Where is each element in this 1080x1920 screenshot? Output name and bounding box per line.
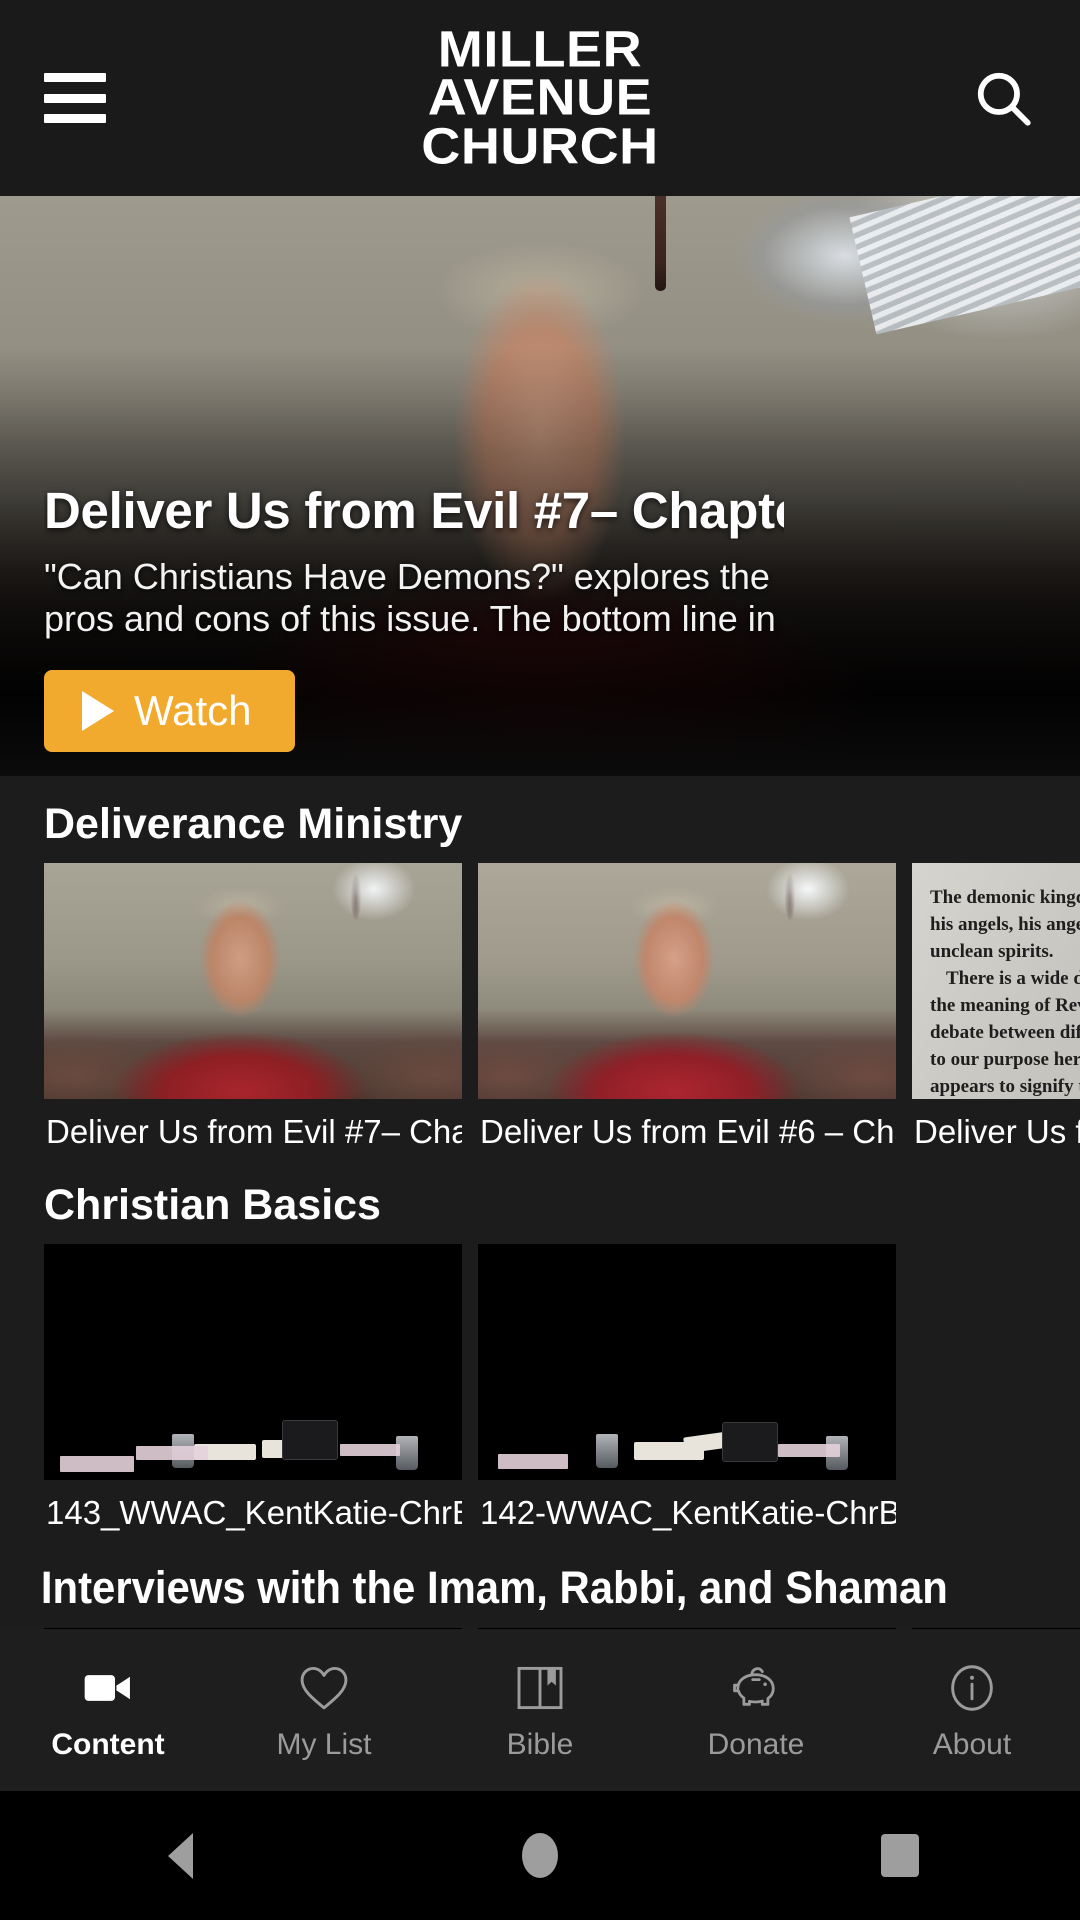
search-icon [977,72,1031,126]
card-row[interactable]: 143_WWAC_KentKatie-ChrBa... [0,1244,1080,1532]
content-scroll-area[interactable]: Deliverance Ministry Deliver Us from Evi… [0,776,1080,1665]
piggy-bank-icon [733,1667,775,1706]
nav-label: Content [51,1728,165,1761]
nav-item-content[interactable]: Content [0,1660,216,1760]
app-root: MILLER AVENUE CHURCH Deliver Us from Evi… [0,0,1080,1920]
video-card-title: 143_WWAC_KentKatie-ChrBa... [46,1494,462,1531]
book-line: to our purpose here, ex [930,1048,1080,1070]
hamburger-bar [44,73,106,82]
open-book-icon [517,1666,563,1710]
thumbnail-art [478,863,896,1099]
heart-icon [300,1666,348,1710]
video-thumbnail[interactable] [478,1244,896,1480]
android-recents-icon [881,1834,919,1877]
book-line: The demonic kingdom [930,887,1080,908]
video-thumbnail[interactable] [44,1244,462,1480]
book-line: There is a wide diverg [946,967,1080,989]
video-card[interactable]: Deliver Us from Evil #6 – Cha... [478,863,896,1151]
logo-line-1: MILLER [437,20,643,78]
video-card[interactable]: 143_WWAC_KentKatie-ChrBa... [44,1244,462,1532]
video-card[interactable]: 142-WWAC_KentKatie-ChrBa... [478,1244,896,1532]
android-system-navigation-bar [0,1791,1080,1920]
hamburger-menu-icon[interactable] [44,73,106,123]
android-home-button[interactable] [480,1811,600,1901]
section-title: Deliverance Ministry [44,800,463,848]
info-circle-icon [951,1665,993,1711]
hamburger-bar [44,114,106,123]
video-card-title: 142-WWAC_KentKatie-ChrBa... [480,1494,896,1531]
nav-item-my-list[interactable]: My List [216,1660,432,1760]
nav-label: About [932,1728,1012,1761]
video-card-title: Deliver Us fr [914,1113,1080,1150]
video-thumbnail[interactable] [44,863,462,1099]
book-page-text: The demonic kingdom his angels, his ange… [930,885,1080,1099]
bottom-navigation-bar: Content My List Bible Donate About [0,1629,1080,1791]
book-line: his angels, his angels be [930,913,1080,935]
thumbnail-art [44,1244,462,1480]
section-title: Christian Basics [44,1181,381,1229]
set-prop-glass [596,1434,618,1468]
thumbnail-art [44,863,462,1099]
video-thumbnail[interactable]: The demonic kingdom his angels, his ange… [912,863,1080,1099]
video-thumbnail[interactable] [478,863,896,1099]
nav-label: My List [276,1728,372,1761]
set-prop-paper [136,1446,208,1460]
android-back-icon [167,1832,193,1879]
hero-content: Deliver Us from Evil #7– Chapte... "Can … [44,481,784,752]
nav-item-donate[interactable]: Donate [648,1660,864,1760]
video-card[interactable]: Deliver Us from Evil #7– Cha... [44,863,462,1151]
set-prop-laptop [282,1420,338,1460]
thumbnail-art [478,1244,896,1480]
app-logo[interactable]: MILLER AVENUE CHURCH [421,20,659,175]
app-header: MILLER AVENUE CHURCH [0,0,1080,196]
set-prop-paper [498,1454,568,1469]
video-camera-icon [84,1675,130,1701]
set-prop-paper [60,1456,134,1472]
section-christian-basics: Christian Basics 143_WWAC_KentKatie-Chr … [0,1157,1080,1532]
watch-button[interactable]: Watch [44,670,296,752]
set-prop-laptop [722,1422,778,1462]
thumbnail-art: The demonic kingdom his angels, his ange… [912,863,1080,1099]
book-line: unclean spirits. [930,940,1054,962]
android-home-icon [522,1833,558,1878]
watch-button-label: Watch [134,687,252,734]
nav-item-bible[interactable]: Bible [432,1660,648,1760]
book-line: debate between differin [930,1021,1080,1043]
book-line: appears to signify that [930,1075,1080,1097]
logo-line-2: AVENUE [427,68,653,126]
video-card[interactable]: The demonic kingdom his angels, his ange… [912,863,1080,1151]
logo-line-3: CHURCH [421,117,659,175]
nav-item-about[interactable]: About [864,1660,1080,1760]
book-line: the meaning of Revelati [930,994,1080,1016]
section-deliverance-ministry: Deliverance Ministry Deliver Us from Evi… [0,776,1080,1151]
section-title: Interviews with the Imam, Rabbi, and Sha… [40,1562,948,1613]
hero-title: Deliver Us from Evil #7– Chapte... [44,482,784,539]
nav-label: Bible [506,1728,574,1761]
set-prop-paper [340,1444,400,1456]
hamburger-bar [44,93,106,103]
hero-banner[interactable]: Deliver Us from Evil #7– Chapte... "Can … [0,196,1080,776]
video-card-title: Deliver Us from Evil #7– Cha... [46,1113,462,1150]
android-back-button[interactable] [120,1811,240,1901]
play-icon [82,691,114,731]
hero-description: "Can Christians Have Demons?" explores t… [44,556,776,642]
search-button[interactable] [970,65,1036,131]
card-row[interactable]: Deliver Us from Evil #7– Cha... Deliver … [0,863,1080,1151]
set-prop-paper [778,1444,840,1457]
nav-label: Donate [707,1728,805,1761]
android-recents-button[interactable] [840,1811,960,1901]
video-card-title: Deliver Us from Evil #6 – Cha... [480,1113,896,1150]
